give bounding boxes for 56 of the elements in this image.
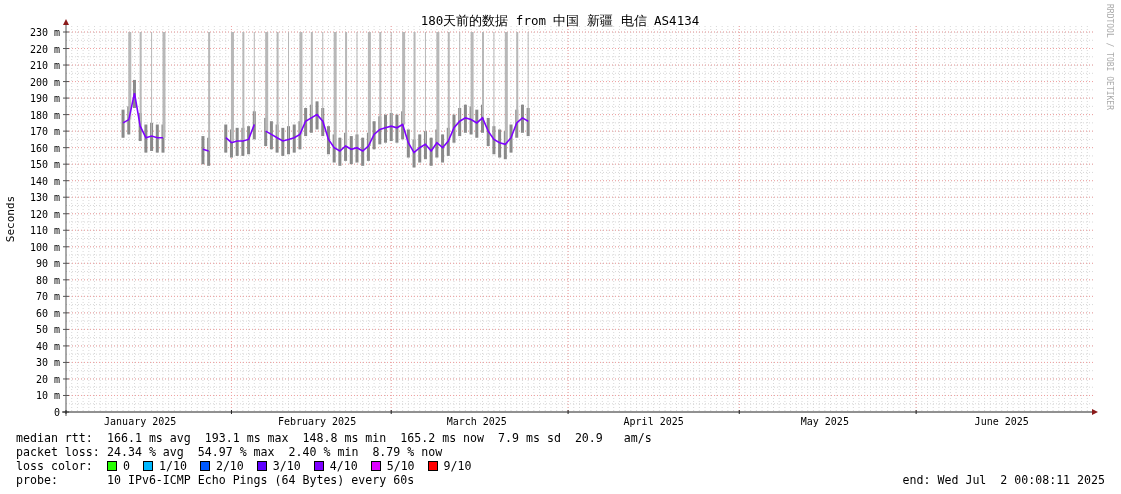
axis-label: 0 [53,407,60,418]
axis-title: Seconds [4,195,17,243]
probe-label: probe: [16,473,59,487]
legend-text: 2/10 [215,459,244,473]
axis-label: 200 m [29,76,60,88]
stat-value: 8.79 % now [372,445,443,459]
axis-label: 170 m [29,126,60,138]
legend-text: 5/10 [386,459,415,473]
axis-label: June 2025 [974,416,1029,427]
axis-label: 120 m [29,208,60,220]
axis-label: 140 m [29,175,60,187]
axis-label: January 2025 [104,416,177,427]
stat-label: packet loss: [16,445,101,459]
axis-label: 210 m [29,60,60,72]
axis-label: 190 m [29,93,60,105]
axis-label: 180 m [29,109,60,121]
axis-label: 160 m [29,142,60,154]
axis-label: April 2025 [623,416,684,427]
axis-label: 150 m [29,159,60,171]
axis-label: March 2025 [446,416,507,427]
legend-text: 4/10 [329,459,358,473]
axis-label: May 2025 [800,416,849,427]
axis-label: 60 m [35,307,60,319]
stat-value: 193.1 ms max [204,431,289,445]
stat-value: 24.34 % avg [107,445,184,459]
stat-value: 166.1 ms avg [107,431,191,445]
chart-title: 180天前的数据 from 中国 新疆 电信 AS4134 [420,13,700,28]
legend-label: loss color: [16,459,94,473]
axis-label: 90 m [35,258,60,270]
axis-label: 130 m [29,192,60,204]
credit-text: RRDTOOL / TOBI OETIKER [1104,4,1114,110]
legend-text: 1/10 [159,459,187,473]
legend-text: 9/10 [443,459,472,473]
stat-value: 2.40 % min [288,445,359,459]
axis-label: February 2025 [277,416,357,427]
stat-value: 7.9 ms sd [498,431,561,445]
axis-label: 50 m [35,324,60,336]
stat-value: 20.9 am/s [574,431,652,445]
axis-label: 110 m [29,225,60,237]
axis-label: 80 m [35,274,60,286]
stat-value: 54.97 % max [197,445,275,459]
axis-label: 100 m [29,241,60,253]
axis-label: 230 m [29,27,60,38]
axis-label: 220 m [29,43,60,55]
axis-label: 20 m [35,373,60,385]
axis-label: 10 m [35,390,60,402]
legend-text: 3/10 [272,459,301,473]
legend-text: 0 [123,459,130,473]
probe-text: 10 IPv6-ICMP Echo Pings (64 Bytes) every 60s [107,473,415,487]
axis-label: 40 m [35,340,60,352]
stat-value: 148.8 ms min [302,431,387,445]
axis-label: 70 m [35,291,60,303]
stat-value: 165.2 ms now [400,431,485,445]
stat-label: median rtt: [16,431,94,445]
end-time: end: Wed Jul 2 00:08:11 2025 [902,473,1105,487]
axis-label: 30 m [35,357,60,369]
